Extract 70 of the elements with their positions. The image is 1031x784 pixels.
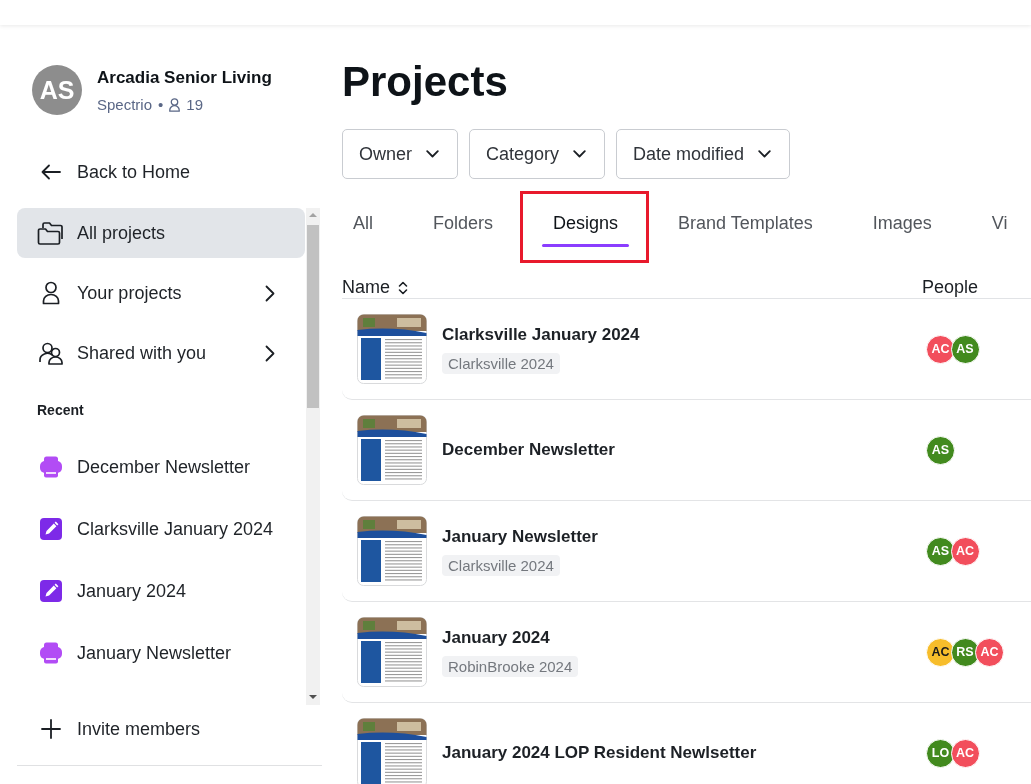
tab[interactable]: Folders: [422, 199, 505, 247]
page-title: Projects: [342, 58, 508, 106]
design-row[interactable]: January 2024 RobinBrooke 2024 AC RS AC: [342, 602, 1031, 703]
column-header[interactable]: Name: [342, 277, 408, 298]
filter-dropdown[interactable]: Owner: [342, 129, 458, 179]
tab[interactable]: Vi: [980, 199, 1019, 247]
invite-button[interactable]: Invite members: [17, 709, 305, 749]
design-title: December Newsletter: [442, 440, 615, 460]
user-avatar: LO: [926, 738, 955, 768]
printer-icon: [40, 642, 62, 664]
user-avatar: AC: [950, 738, 980, 768]
person-icon: [42, 281, 60, 305]
user-avatar: AC: [950, 536, 980, 566]
arrow-left-icon: [41, 164, 61, 180]
user-avatar: RS: [950, 637, 980, 667]
back-link[interactable]: Back to Home: [17, 147, 305, 197]
recent-item[interactable]: Clarksville January 2024: [17, 504, 305, 554]
user-avatar: AC: [926, 637, 955, 667]
document-thumbnail: [357, 617, 427, 687]
design-title: Clarksville January 2024: [442, 324, 640, 345]
folder-icon: [37, 221, 65, 245]
pencil-icon: [40, 580, 62, 602]
nav-item[interactable]: Your projects: [17, 268, 305, 318]
section-heading: Recent: [37, 401, 84, 420]
design-row[interactable]: December Newsletter AS: [342, 400, 1031, 501]
document-thumbnail: [357, 516, 427, 586]
design-row[interactable]: Clarksville January 2024 Clarksville 2024 AC AS: [342, 299, 1031, 400]
folder-tag: Clarksville 2024: [442, 554, 560, 576]
people-icon: [38, 341, 64, 365]
folder-tag: RobinBrooke 2024: [442, 655, 579, 677]
design-title: January 2024 LOP Resident Newlsetter: [442, 743, 757, 763]
chevron-down-icon: [573, 150, 587, 158]
member-count: 19: [186, 95, 203, 115]
filter-dropdown[interactable]: Category: [469, 129, 606, 179]
nav-item[interactable]: All projects: [17, 208, 305, 258]
tab[interactable]: Designs: [542, 199, 630, 247]
filter-dropdown[interactable]: Date modified: [616, 129, 791, 179]
workspace-avatar: AS: [32, 65, 82, 115]
recent-item[interactable]: December Newsletter: [17, 442, 305, 492]
tab[interactable]: All: [342, 199, 384, 247]
tab[interactable]: Brand Templates: [667, 199, 824, 247]
user-avatar: AC: [975, 637, 1004, 667]
scrollbar[interactable]: [306, 208, 320, 705]
plus-icon: [41, 719, 61, 739]
design-row[interactable]: January Newsletter Clarksville 2024 AS AC: [342, 501, 1031, 602]
user-avatar: AS: [926, 536, 955, 566]
person-icon: [169, 98, 181, 112]
design-title: January Newsletter: [442, 526, 598, 547]
team-name: Spectrio: [97, 95, 153, 115]
document-thumbnail: [357, 415, 427, 485]
tab[interactable]: Images: [861, 199, 943, 247]
pencil-icon: [40, 518, 62, 540]
user-avatar: AS: [926, 435, 955, 465]
user-avatar: AC: [926, 334, 955, 364]
printer-icon: [40, 456, 62, 478]
column-label: People: [922, 277, 979, 298]
document-thumbnail: [357, 314, 427, 384]
workspace-name: Arcadia Senior Living: [97, 68, 272, 88]
chevron-right-icon: [265, 344, 275, 362]
design-title: January 2024: [442, 627, 550, 648]
chevron-right-icon: [265, 284, 275, 302]
recent-item[interactable]: January Newsletter: [17, 628, 305, 678]
chevron-down-icon: [758, 150, 772, 158]
recent-item[interactable]: January 2024: [17, 566, 305, 616]
nav-item[interactable]: Shared with you: [17, 328, 305, 378]
folder-tag: Clarksville 2024: [442, 352, 560, 374]
user-avatar: AS: [950, 334, 980, 364]
design-row[interactable]: January 2024 LOP Resident Newlsetter LO AC: [342, 703, 1031, 784]
chevron-down-icon: [426, 150, 439, 158]
separator: •: [158, 95, 164, 115]
